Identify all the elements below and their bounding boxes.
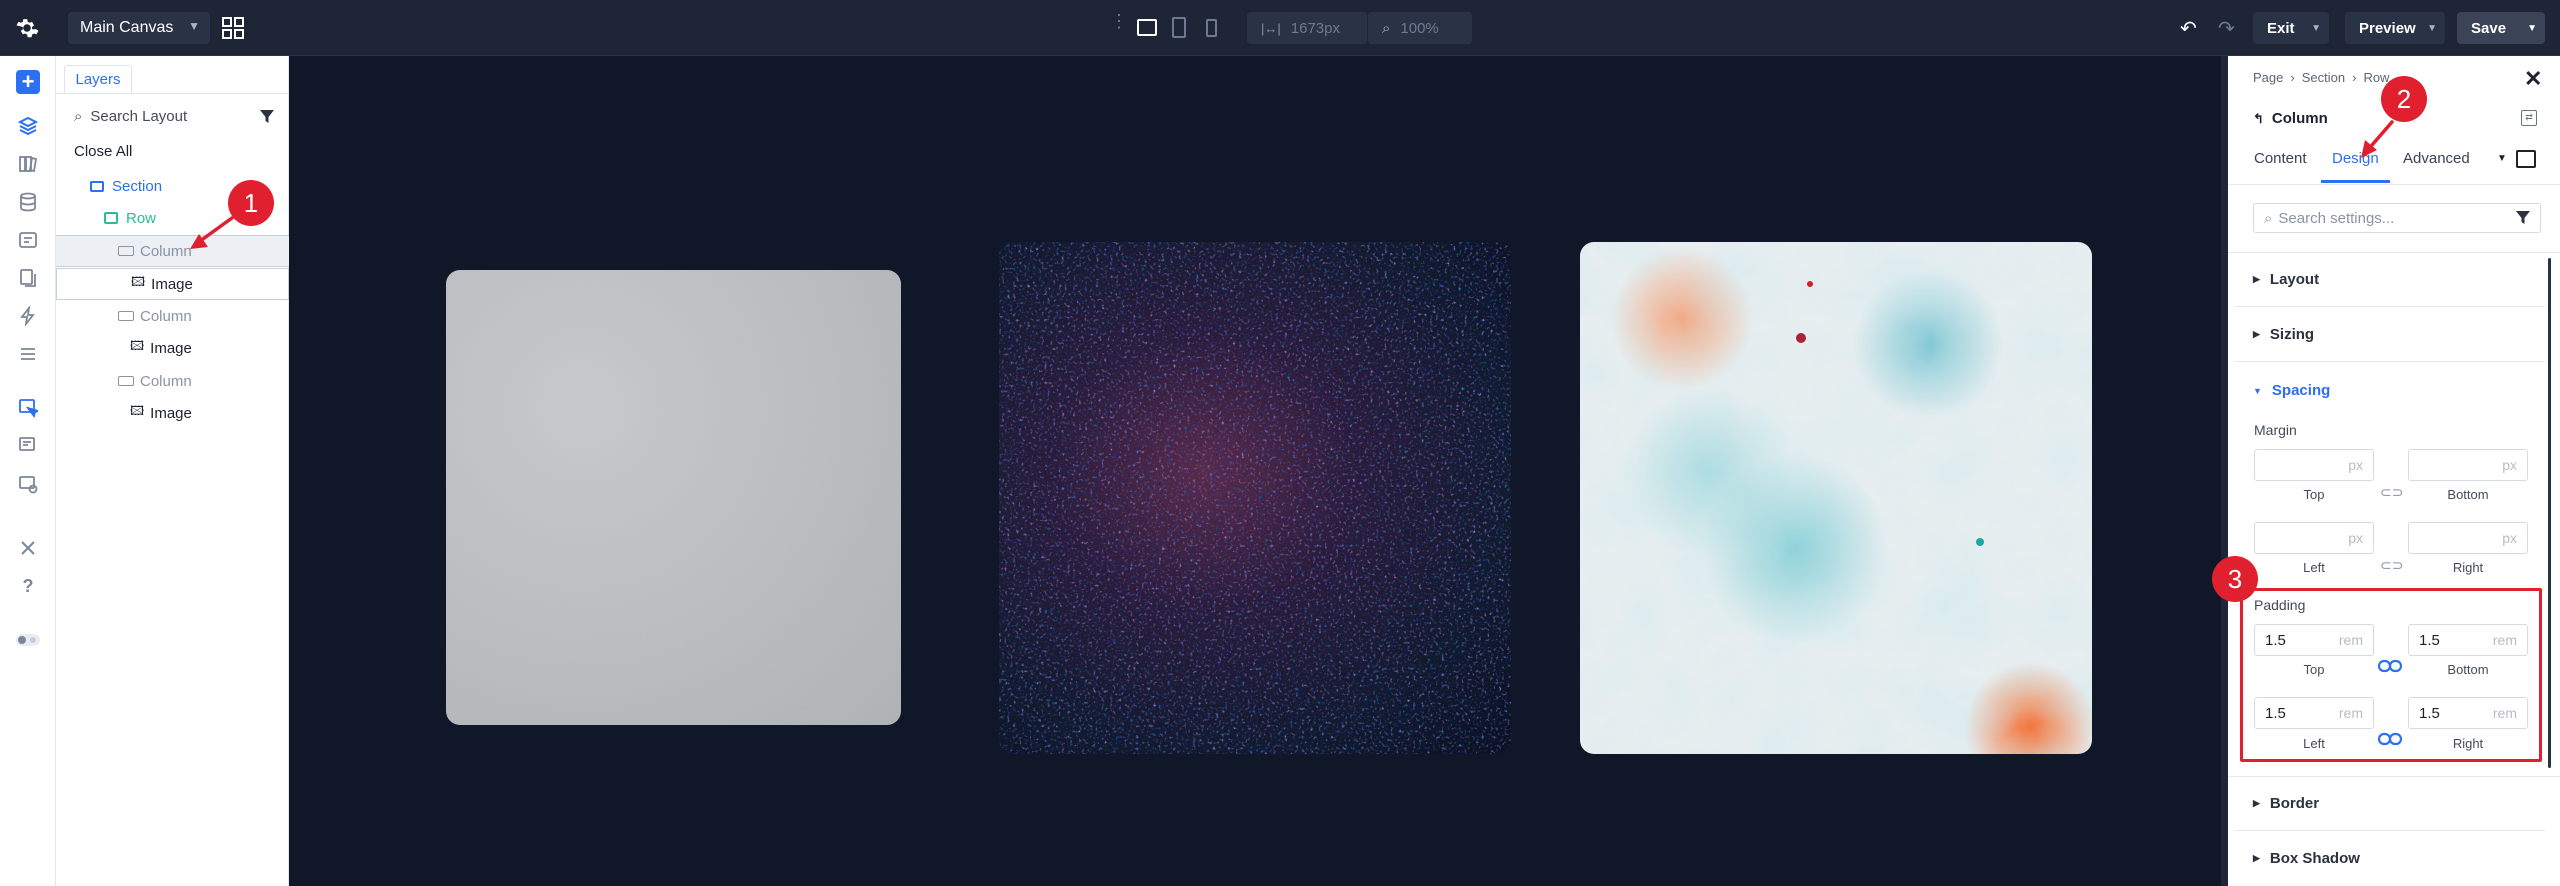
annotation-arrows (190, 120, 2394, 249)
step-marker-2: 2 (2381, 76, 2427, 122)
step-marker-1: 1 (228, 180, 274, 226)
step-marker-3: 3 (2212, 556, 2258, 602)
